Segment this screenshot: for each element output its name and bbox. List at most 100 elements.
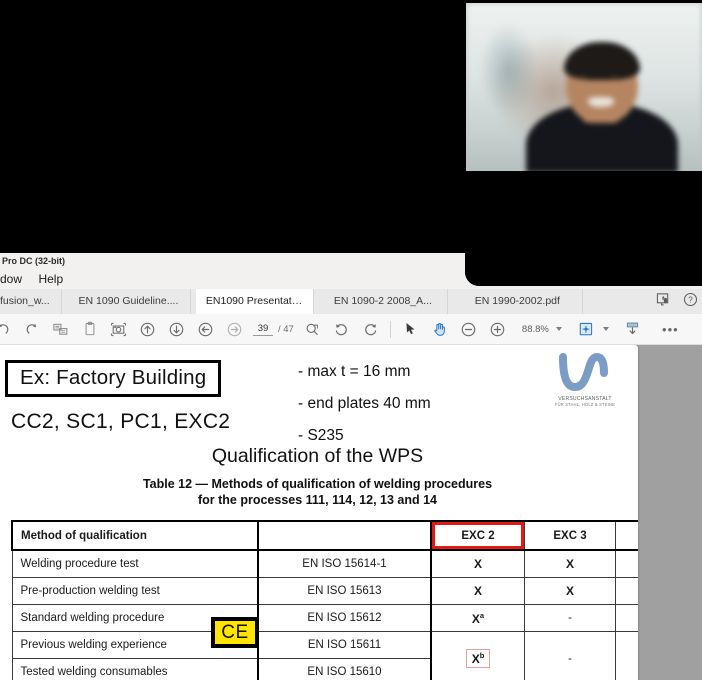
redo-icon[interactable] — [17, 314, 46, 344]
menu-window[interactable]: dow — [0, 269, 28, 289]
pdf-viewer[interactable]: VERSUCHSANSTALT FÜR STAHL, HOLZ & STEINE… — [0, 345, 702, 680]
participant-figure — [522, 42, 682, 171]
tab-label: EN 1090 Guideline.... — [78, 295, 179, 307]
tab-label: EN 1990-2002.pdf — [474, 295, 560, 307]
versuchsanstalt-logo: VERSUCHSANSTALT FÜR STAHL, HOLZ & STEINE — [545, 353, 625, 407]
cell-exc3: - — [524, 604, 616, 632]
cell-exc4: - — [615, 604, 638, 632]
help-icon[interactable]: ? — [683, 292, 698, 312]
table-row: Previous welding experience EN ISO 15611… — [11, 631, 638, 680]
table-row: Pre-production welding test EN ISO 15613… — [11, 577, 638, 605]
cell-method: Pre-production welding test — [11, 577, 259, 605]
table-header-row: Method of qualification EXC 2 EXC 3 EXC … — [11, 520, 638, 551]
more-tools-button[interactable]: ••• — [656, 314, 685, 344]
consequence-classes-line: CC2, SC1, PC1, EXC2 — [11, 410, 231, 433]
previous-view-back-icon[interactable] — [191, 314, 220, 344]
fit-page-icon[interactable] — [618, 314, 647, 344]
ce-marking-sticker: CE — [211, 617, 259, 648]
zoom-level-value: 88.8% — [521, 323, 549, 335]
pdf-page[interactable]: VERSUCHSANSTALT FÜR STAHL, HOLZ & STEINE… — [0, 345, 638, 680]
undo-icon[interactable] — [0, 314, 17, 344]
example-box: Ex: Factory Building — [5, 360, 222, 397]
svg-text:?: ? — [688, 295, 693, 304]
cell-exc2: X — [430, 577, 525, 605]
tab-en-1090-guideline[interactable]: EN 1090 Guideline.... — [66, 289, 192, 314]
organize-pages-icon[interactable] — [46, 314, 75, 344]
participant-video-feed — [466, 3, 702, 171]
cell-standard: EN ISO 15614-1 — [257, 549, 432, 578]
acrobat-window: Pro DC (32-bit) dow Help fusion_w... EN … — [0, 253, 702, 680]
cell-exc3: X — [524, 549, 616, 578]
xb-annotation-box: Xb — [465, 649, 491, 668]
document-tab-strip: fusion_w... EN 1090 Guideline.... EN1090… — [0, 289, 702, 315]
cell-exc2: X — [430, 549, 525, 578]
toolbar-divider — [389, 320, 391, 338]
pan-zoom-icon[interactable] — [298, 314, 327, 344]
cell-method: Welding procedure test — [11, 549, 259, 578]
cell-exc2-boxed: Xb — [430, 631, 525, 680]
tab-en-1090-2-2008[interactable]: EN 1090-2 2008_A... — [318, 289, 449, 314]
hand-tool-icon[interactable] — [425, 314, 454, 344]
qualification-methods-table: Method of qualification EXC 2 EXC 3 EXC … — [11, 520, 638, 680]
total-pages-label: / 47 — [278, 323, 294, 335]
cell-exc4: X — [615, 577, 638, 605]
tab-strip-actions: ? — [656, 289, 698, 314]
tab-en-1990-2002[interactable]: EN 1990-2002.pdf — [452, 289, 583, 314]
share-feedback-icon[interactable] — [656, 292, 671, 312]
video-call-overlay[interactable] — [465, 0, 702, 286]
zoom-out-icon[interactable] — [454, 314, 483, 344]
zoom-level-control[interactable]: 88.8% — [519, 324, 562, 335]
cell-standard: EN ISO 15612 — [257, 604, 432, 632]
header-standard — [257, 520, 432, 551]
page-display-icon[interactable] — [572, 314, 601, 344]
shared-screen-background: Pro DC (32-bit) dow Help fusion_w... EN … — [0, 0, 702, 680]
cell-exc3: - — [524, 631, 616, 680]
tab-close-icon[interactable]: × — [313, 289, 314, 314]
header-exc3: EXC 3 — [524, 520, 616, 551]
participant-eye-right — [610, 75, 619, 79]
header-method: Method of qualification — [11, 520, 259, 551]
next-view-forward-icon[interactable] — [220, 314, 249, 344]
table-row: Welding procedure test EN ISO 15614-1 X … — [11, 549, 638, 578]
chevron-down-icon[interactable] — [555, 327, 562, 331]
table-caption-line2: for the processes 111, 114, 12, 13 and 1… — [197, 493, 438, 507]
logo-mark-icon — [559, 353, 608, 392]
cell-standard: EN ISO 15613 — [257, 577, 432, 605]
cell-standard: EN ISO 15611 — [257, 631, 432, 659]
slide-title: Qualification of the WPS — [211, 445, 424, 467]
participant-eye-left — [579, 75, 588, 79]
bullet-end-plates: - end plates 40 mm — [298, 395, 431, 412]
bullet-max-thickness: - max t = 16 mm — [298, 363, 411, 380]
clipboard-icon[interactable] — [75, 314, 104, 344]
rotate-counterclockwise-icon[interactable] — [356, 314, 385, 344]
cell-exc4: - — [615, 631, 638, 680]
page-display-chevron-down-icon[interactable] — [602, 327, 609, 331]
tab-fusion-w[interactable]: fusion_w... — [0, 289, 62, 314]
logo-text-line2: FÜR STAHL, HOLZ & STEINE — [554, 402, 616, 407]
cell-exc3: X — [524, 577, 616, 605]
cell-exc2-value: X — [471, 652, 480, 666]
next-page-down-icon[interactable] — [162, 314, 191, 344]
tab-label: fusion_w... — [0, 295, 50, 307]
tab-label: EN1090 Presentati... — [205, 295, 303, 307]
participant-mouth — [588, 97, 614, 107]
cell-exc2-footnote: a — [479, 610, 485, 620]
acrobat-toolbar: 39 / 47 88.8% ••• — [0, 314, 702, 345]
cell-exc2-value: X — [471, 611, 480, 626]
select-cursor-icon[interactable] — [396, 314, 425, 344]
zoom-in-icon[interactable] — [483, 314, 512, 344]
header-exc2: EXC 2 — [430, 520, 525, 551]
cell-exc2-footnote: b — [479, 651, 485, 660]
current-page-input[interactable]: 39 — [253, 323, 273, 336]
header-exc2-label: EXC 2 — [461, 529, 495, 542]
table-row: Standard welding procedure EN ISO 15612 … — [11, 604, 638, 632]
tab-en1090-presentation[interactable]: EN1090 Presentati... × — [195, 289, 314, 314]
cell-method: Tested welding consumables — [11, 658, 259, 680]
snapshot-camera-icon[interactable] — [104, 314, 133, 344]
rotate-clockwise-icon[interactable] — [327, 314, 356, 344]
menu-help[interactable]: Help — [32, 269, 69, 289]
cell-standard: EN ISO 15610 — [257, 658, 432, 680]
table-caption: Table 12 — Methods of qualification of w… — [0, 476, 638, 508]
header-exc4: EXC 4 — [615, 520, 638, 551]
previous-page-up-icon[interactable] — [133, 314, 162, 344]
